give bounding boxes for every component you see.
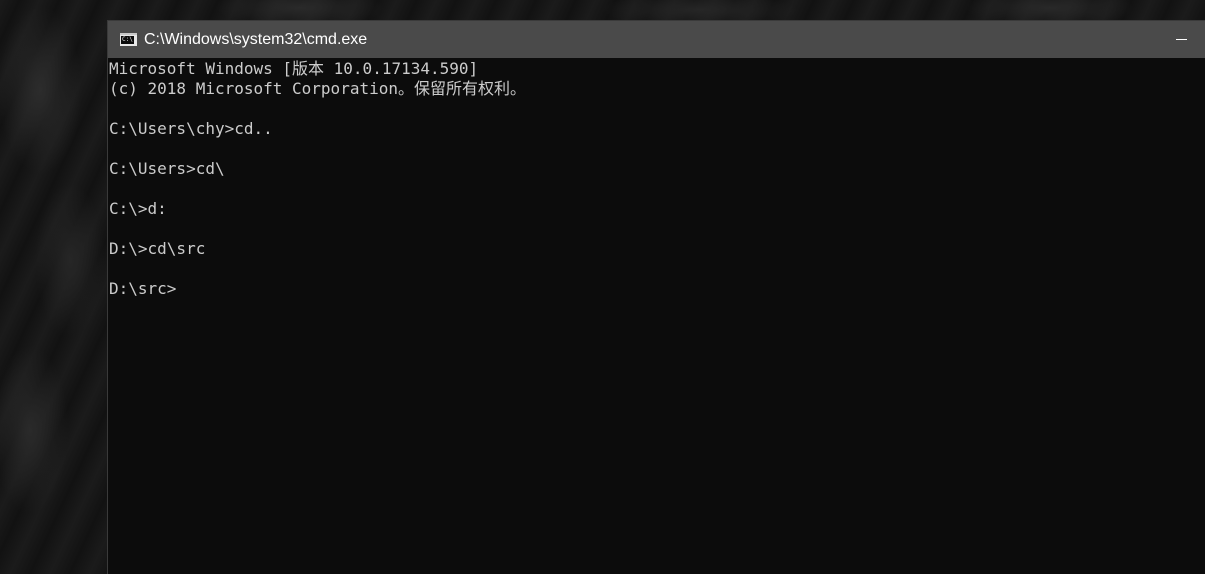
window-title: C:\Windows\system32\cmd.exe xyxy=(144,31,368,48)
minimize-icon xyxy=(1176,39,1187,40)
console-line: D:\>cd\src xyxy=(109,239,206,258)
cmd-icon[interactable]: C:\. xyxy=(120,33,137,46)
console-line: Microsoft Windows [版本 10.0.17134.590] xyxy=(109,59,479,78)
cmd-icon-text: C:\. xyxy=(121,36,137,44)
console-line: (c) 2018 Microsoft Corporation。保留所有权利。 xyxy=(109,79,526,98)
minimize-button[interactable] xyxy=(1159,21,1205,58)
console-output[interactable]: Microsoft Windows [版本 10.0.17134.590] (c… xyxy=(108,58,1205,574)
console-prompt[interactable]: D:\src> xyxy=(109,279,176,299)
vertical-scrollbar[interactable] xyxy=(1188,58,1205,574)
console-line: C:\Users\chy>cd.. xyxy=(109,119,273,138)
console-line: C:\Users>cd\ xyxy=(109,159,225,178)
title-bar[interactable]: C:\. C:\Windows\system32\cmd.exe xyxy=(108,21,1205,58)
console-line: C:\>d: xyxy=(109,199,167,218)
cmd-window[interactable]: C:\. C:\Windows\system32\cmd.exe Microso… xyxy=(108,21,1205,574)
